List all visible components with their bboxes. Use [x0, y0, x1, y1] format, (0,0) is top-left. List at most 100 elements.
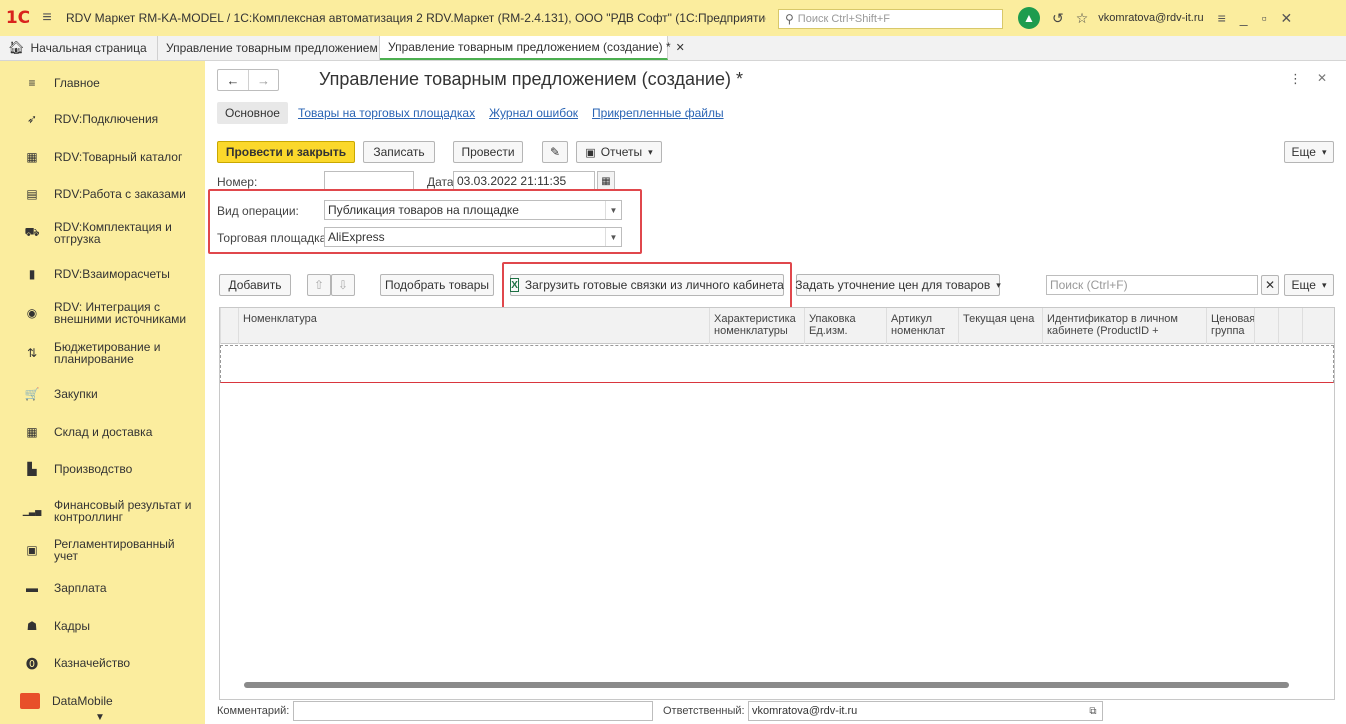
history-icon[interactable]: ↺ — [1052, 10, 1064, 27]
sidebar-item-treasury[interactable]: ⓿ Казначейство — [0, 651, 205, 675]
column-header[interactable]: Характеристика номенклатуры — [709, 308, 804, 344]
sidebar-item-warehouse[interactable]: ▦ Склад и доставка — [0, 420, 205, 444]
marketplace-select[interactable]: AliExpress ▼ — [324, 227, 622, 247]
global-search-placeholder: Поиск Ctrl+Shift+F — [797, 13, 891, 25]
number-field[interactable] — [324, 171, 414, 191]
column-header[interactable]: Артикул номенклат — [886, 308, 958, 344]
bank-icon: ▣ — [26, 543, 38, 557]
column-header[interactable]: Номенклатура — [238, 308, 709, 344]
goods-table[interactable]: Номенклатура Характеристика номенклатуры… — [219, 307, 1335, 700]
table-more-label: Еще — [1291, 278, 1316, 292]
calendar-icon[interactable]: ▦ — [597, 171, 615, 191]
post-button[interactable]: Провести — [453, 141, 523, 163]
integration-icon: ◉ — [26, 306, 38, 320]
horizontal-scrollbar[interactable] — [244, 682, 1289, 688]
tab-error-log[interactable]: Журнал ошибок — [489, 106, 578, 120]
back-arrow-icon[interactable]: ← — [218, 70, 248, 90]
chevron-down-icon: ▾ — [1321, 146, 1327, 157]
app-logo: 1С — [5, 8, 31, 28]
form-tabs: Основное Товары на торговых площадках Жу… — [217, 101, 738, 125]
chevron-down-icon: ▾ — [1321, 279, 1327, 290]
form-close-icon[interactable]: ✕ — [1317, 71, 1327, 85]
tab-offer-management[interactable]: Управление товарным предложением ✕ — [158, 36, 392, 60]
tab-marketplace-goods[interactable]: Товары на торговых площадках — [298, 106, 475, 120]
column-header[interactable]: Упаковка Ед.изм. — [804, 308, 886, 344]
global-search-input[interactable]: ⚲ Поиск Ctrl+Shift+F — [778, 9, 1003, 29]
row-marker-column — [220, 308, 238, 344]
open-windows-tabs: 🏠︎ Начальная страница Управление товарны… — [0, 36, 1346, 61]
minimize-icon[interactable]: _ — [1240, 10, 1248, 26]
search-icon: ⚲ — [785, 12, 794, 26]
select-goods-button[interactable]: Подобрать товары — [380, 274, 494, 296]
sidebar-item-main[interactable]: ≡ Главное — [0, 71, 205, 95]
chevron-down-icon[interactable]: ▼ — [605, 201, 621, 219]
favorites-star-icon[interactable]: ☆ — [1076, 10, 1089, 27]
sidebar-item-shipping[interactable]: ⛟ RDV:Комплектация и отгрузка — [0, 219, 205, 247]
tab-offer-management-label: Управление товарным предложением — [166, 41, 378, 55]
menu-icon: ≡ — [28, 76, 36, 90]
column-header-extra[interactable] — [1278, 308, 1302, 344]
move-down-arrow-icon[interactable]: ⇩ — [331, 274, 355, 296]
sidebar-item-integration[interactable]: ◉ RDV: Интеграция с внешними источниками — [0, 299, 205, 327]
current-user[interactable]: vkomratova@rdv-it.ru — [1098, 12, 1203, 24]
tab-home[interactable]: 🏠︎ Начальная страница — [0, 36, 158, 60]
post-and-close-button[interactable]: Провести и закрыть — [217, 141, 355, 163]
add-button[interactable]: Добавить — [219, 274, 291, 296]
table-more-button[interactable]: Еще ▾ — [1284, 274, 1334, 296]
reports-button[interactable]: ▣ Отчеты ▾ — [576, 141, 662, 163]
sidebar-item-purchases[interactable]: 🛒 Закупки — [0, 382, 205, 406]
column-header[interactable]: Идентификатор в личном кабинете (Product… — [1042, 308, 1206, 344]
tab-main[interactable]: Основное — [217, 102, 288, 124]
sidebar-item-settlements[interactable]: ▮ RDV:Взаиморасчеты — [0, 262, 205, 286]
sidebar-item-regulated[interactable]: ▣ Регламентированный учет — [0, 538, 205, 562]
marketplace-label: Торговая площадка: — [217, 231, 330, 245]
sidebar-item-datamobile[interactable]: DataMobile — [0, 689, 205, 713]
column-header-extra[interactable] — [1254, 308, 1278, 344]
table-row[interactable] — [220, 345, 1334, 383]
comment-input[interactable] — [293, 701, 653, 721]
sidebar-item-label: Казначейство — [54, 656, 131, 670]
load-bindings-button[interactable]: X Загрузить готовые связки из личного ка… — [510, 274, 784, 296]
sidebar-item-salary[interactable]: ▬ Зарплата — [0, 576, 205, 600]
rocket-icon: ➶ — [26, 112, 38, 126]
table-search-input[interactable]: Поиск (Ctrl+F) — [1046, 275, 1258, 295]
sidebar-item-hr[interactable]: ☗ Кадры — [0, 614, 205, 638]
open-link-icon[interactable]: ⧉ — [1083, 701, 1103, 721]
column-header[interactable]: Ценовая группа — [1206, 308, 1254, 344]
close-tab-icon[interactable]: ✕ — [676, 41, 685, 54]
settings-menu-icon[interactable]: ≡ — [1218, 10, 1226, 26]
sidebar-item-label: RDV:Комплектация и отгрузка — [54, 220, 172, 246]
tab-offer-create[interactable]: Управление товарным предложением (создан… — [380, 36, 685, 60]
form-more-icon[interactable]: ⋮ — [1289, 71, 1302, 87]
tab-attached-files[interactable]: Прикрепленные файлы — [592, 106, 724, 120]
signature-pen-icon[interactable]: ✎ — [542, 141, 568, 163]
coin-icon: ⓿ — [25, 656, 38, 671]
close-window-icon[interactable]: ✕ — [1281, 10, 1293, 27]
clear-search-icon[interactable]: ✕ — [1261, 275, 1279, 295]
date-field[interactable]: 03.03.2022 21:11:35 — [453, 171, 595, 191]
column-header-extra[interactable] — [1302, 308, 1334, 344]
notifications-bell-icon[interactable]: ▲ — [1018, 7, 1040, 29]
bar-chart-icon: ▁▃▅ — [22, 506, 42, 516]
column-header[interactable]: Текущая цена — [958, 308, 1042, 344]
sidebar-item-production[interactable]: ▙ Производство — [0, 457, 205, 481]
main-menu-icon[interactable]: ≡ — [36, 0, 58, 36]
forward-arrow-icon[interactable]: → — [247, 70, 278, 90]
responsible-field[interactable]: vkomratova@rdv-it.ru — [748, 701, 1103, 721]
factory-icon: ▙ — [27, 462, 37, 476]
sidebar-item-orders[interactable]: ▤ RDV:Работа с заказами — [0, 182, 205, 206]
move-up-arrow-icon[interactable]: ⇧ — [307, 274, 331, 296]
sidebar-item-budgeting[interactable]: ⇅ Бюджетирование и планирование — [0, 339, 205, 367]
sections-panel: ≡ Главное ➶ RDV:Подключения ▦ RDV:Товарный … — [0, 61, 205, 724]
scroll-down-arrow-icon[interactable]: ▼ — [95, 712, 105, 723]
more-button[interactable]: Еще ▾ — [1284, 141, 1334, 163]
title-bar: 1С ≡ RDV Маркет RM-KA-MODEL / 1С:Комплек… — [0, 0, 1346, 36]
maximize-icon[interactable]: ▫ — [1262, 10, 1267, 26]
chevron-down-icon[interactable]: ▼ — [605, 228, 621, 246]
sidebar-item-connections[interactable]: ➶ RDV:Подключения — [0, 107, 205, 131]
operation-select[interactable]: Публикация товаров на площадке ▼ — [324, 200, 622, 220]
sidebar-item-catalog[interactable]: ▦ RDV:Товарный каталог — [0, 145, 205, 169]
price-refinement-button[interactable]: Задать уточнение цен для товаров ▾ — [795, 274, 1001, 296]
sidebar-item-financial[interactable]: ▁▃▅ Финансовый результат и контроллинг — [0, 497, 205, 525]
save-button[interactable]: Записать — [363, 141, 435, 163]
